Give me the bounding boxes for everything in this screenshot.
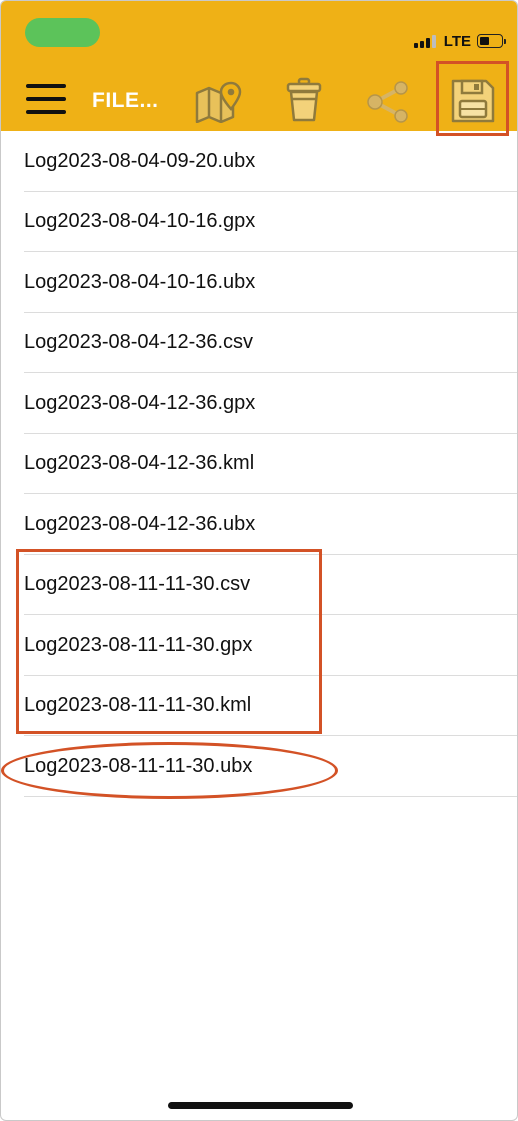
file-list-item[interactable]: Log2023-08-04-09-20.ubx <box>1 131 517 192</box>
source-file-annotation <box>1 742 338 799</box>
exported-files-annotation <box>16 549 322 734</box>
trash-icon[interactable] <box>285 77 323 123</box>
share-icon[interactable] <box>366 81 411 123</box>
home-indicator[interactable] <box>168 1102 353 1109</box>
file-list-item[interactable]: Log2023-08-04-12-36.csv <box>1 313 517 374</box>
signal-icon <box>413 34 436 48</box>
save-button-annotation <box>436 61 509 136</box>
file-list-item[interactable]: Log2023-08-04-12-36.kml <box>1 434 517 495</box>
page-title: FILE... <box>92 89 159 112</box>
status-bar-right: LTE <box>413 31 506 51</box>
app-frame: LTE FILE... Log2023-08-04-09-20.ubx Log2… <box>0 0 518 1121</box>
file-list-item[interactable]: Log2023-08-04-10-16.gpx <box>1 192 517 253</box>
battery-icon <box>477 34 506 48</box>
map-pin-icon[interactable] <box>194 79 242 123</box>
menu-icon[interactable] <box>26 84 66 114</box>
active-call-pill[interactable] <box>25 18 100 47</box>
network-type: LTE <box>443 32 471 50</box>
file-list-item[interactable]: Log2023-08-04-12-36.ubx <box>1 494 517 555</box>
file-list-item[interactable]: Log2023-08-04-10-16.ubx <box>1 252 517 313</box>
file-list-item[interactable]: Log2023-08-04-12-36.gpx <box>1 373 517 434</box>
